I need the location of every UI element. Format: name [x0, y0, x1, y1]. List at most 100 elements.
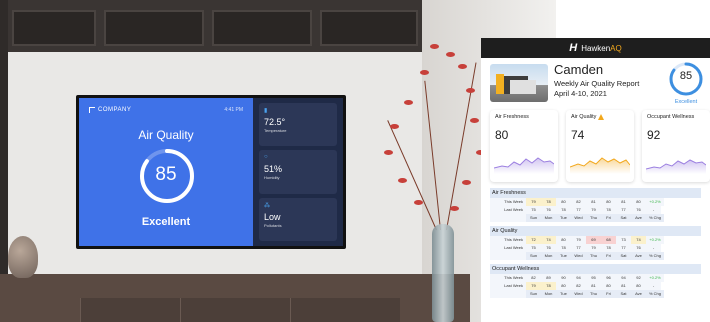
table-cell: 82 — [571, 198, 586, 206]
shelf-cubby — [320, 10, 418, 46]
plant-leaf — [446, 52, 455, 57]
row-label: This Week — [490, 236, 526, 244]
table-cell: 75 — [526, 206, 541, 214]
table-cell: 92 — [631, 274, 646, 282]
row-label: This Week — [490, 274, 526, 282]
metric-card-air-freshness: Air Freshness 80 — [490, 110, 558, 182]
table-cell: 77 — [571, 244, 586, 252]
table-cell: 94 — [571, 274, 586, 282]
table-cell: 77 — [616, 206, 631, 214]
table-cell: 79 — [571, 236, 586, 244]
metric-card-title: Air Freshness — [495, 114, 529, 120]
metric-card-label: Air Quality — [571, 114, 629, 120]
table-cell: 79 — [526, 282, 541, 290]
table-row: Last Week 75 76 78 77 79 78 77 76 - — [490, 244, 701, 252]
plant-leaf — [458, 64, 467, 69]
table-cell: 68 — [601, 236, 616, 244]
day-header: Ave — [631, 290, 646, 298]
metric-card-title: Air Quality — [571, 114, 597, 120]
tv-metric-value: 72.5° — [264, 117, 286, 127]
tv-air-quality-panel: COMPANY 4:41 PM Air Quality 85 Excellent — [79, 98, 253, 246]
brand-suffix: AQ — [610, 43, 622, 53]
sparkline-chart — [570, 157, 630, 174]
day-header: Mon — [541, 290, 556, 298]
sparkline-chart — [494, 157, 554, 174]
screenshot-stage: COMPANY 4:41 PM Air Quality 85 Excellent… — [0, 0, 710, 322]
day-header: % Chg — [646, 252, 664, 260]
day-header: Ave — [631, 214, 646, 222]
row-label — [490, 214, 526, 222]
tv-metric-label: Humidity — [264, 175, 280, 181]
report-city: Camden — [554, 62, 604, 77]
wall-tv: COMPANY 4:41 PM Air Quality 85 Excellent… — [76, 95, 346, 249]
building-shape — [496, 74, 504, 94]
report-subtitle: Weekly Air Quality Report — [554, 79, 640, 88]
cabinet-door — [80, 298, 180, 322]
table-cell: 73 — [616, 236, 631, 244]
table-cell: 78 — [556, 244, 571, 252]
table-cell: 81 — [586, 282, 601, 290]
row-label: Last Week — [490, 206, 526, 214]
tv-score-value: 85 — [155, 164, 177, 185]
day-header: Wed — [571, 252, 586, 260]
plant-leaf — [450, 206, 459, 211]
row-label: Last Week — [490, 244, 526, 252]
thermometer-icon: ▮ — [264, 108, 268, 114]
table-cell: 80 — [631, 282, 646, 290]
table-cell: 75 — [526, 244, 541, 252]
day-header: Mon — [541, 214, 556, 222]
day-header: Sat — [616, 290, 631, 298]
table-day-header: Sun Mon Tue Wed Thu Fri Sat Ave % Chg — [490, 252, 701, 260]
table-row: Last Week 75 76 78 77 79 78 77 76 - — [490, 206, 701, 214]
row-label: This Week — [490, 198, 526, 206]
table-cell: 77 — [571, 206, 586, 214]
table-day-header: Sun Mon Tue Wed Thu Fri Sat Ave % Chg — [490, 290, 701, 298]
weekly-report-panel: H HawkenAQ Camden Weekly Air Quality Rep… — [481, 38, 710, 322]
plant-leaf — [404, 100, 413, 105]
report-score-rating: Excellent — [674, 99, 698, 105]
table-day-header: Sun Mon Tue Wed Thu Fri Sat Ave % Chg — [490, 214, 701, 222]
metric-card-occupant-wellness: Occupant Wellness 92 — [642, 110, 710, 182]
report-header: H HawkenAQ — [481, 38, 710, 58]
plant-leaf — [470, 118, 479, 123]
metric-card-label: Air Freshness — [495, 114, 553, 120]
day-header: Wed — [571, 214, 586, 222]
metric-card-air-quality: Air Quality 74 — [566, 110, 634, 182]
shelf-cubby — [212, 10, 312, 46]
table-cell: 72 — [526, 236, 541, 244]
row-label: Last Week — [490, 282, 526, 290]
table-row: This Week 72 74 80 79 69 68 73 74 +0.2% — [490, 236, 701, 244]
table-section-title: Occupant Wellness — [490, 264, 701, 274]
tv-clock: 4:41 PM — [224, 107, 243, 113]
table-cell: 78 — [541, 198, 556, 206]
day-header: Thu — [586, 214, 601, 222]
table-cell: 81 — [616, 282, 631, 290]
table-cell: 78 — [601, 206, 616, 214]
table-cell: 78 — [601, 244, 616, 252]
plant-leaf — [420, 70, 429, 75]
tv-score-rating: Excellent — [141, 216, 191, 228]
table-cell: 76 — [541, 244, 556, 252]
plant-leaf — [430, 44, 439, 49]
metric-card-label: Occupant Wellness — [647, 114, 705, 120]
metric-card-title: Occupant Wellness — [647, 114, 695, 120]
table-cell: 77 — [616, 244, 631, 252]
day-header: Thu — [586, 252, 601, 260]
table-cell: 95 — [586, 274, 601, 282]
table-cell: 80 — [601, 198, 616, 206]
day-header: Sun — [526, 214, 541, 222]
metric-card-value: 92 — [647, 128, 661, 142]
table-cell: 82 — [526, 274, 541, 282]
shelf-cubby — [104, 10, 204, 46]
tv-metrics-sidebar: ▮ 72.5° Temperature ○ 51% Humidity ⁂ Low… — [253, 98, 343, 246]
table-cell: 94 — [616, 274, 631, 282]
tv-metric-card: ○ 51% Humidity — [259, 150, 337, 194]
row-label — [490, 290, 526, 298]
tv-metric-label: Temperature — [264, 128, 287, 133]
day-header: Sun — [526, 290, 541, 298]
table-cell: 89 — [541, 274, 556, 282]
media-cabinet — [0, 274, 470, 322]
shelf-cubby — [12, 10, 96, 46]
warning-icon — [598, 114, 605, 120]
plant-leaf — [384, 150, 393, 155]
